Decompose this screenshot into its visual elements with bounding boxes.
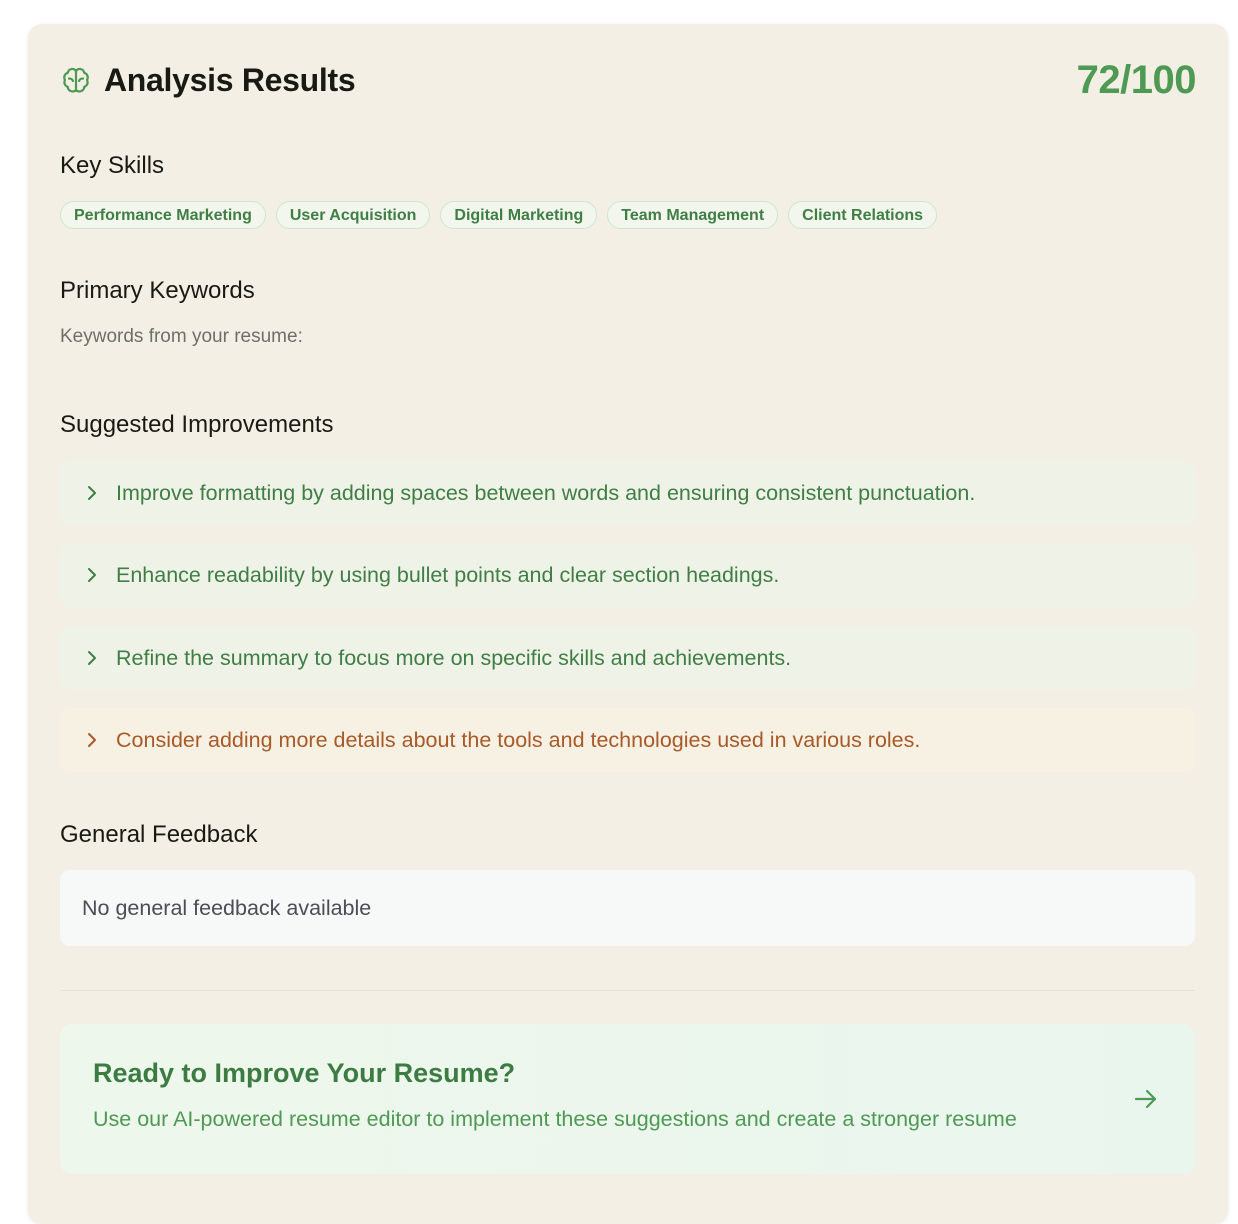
score-value: 72/100 xyxy=(1076,57,1197,102)
chevron-right-icon xyxy=(82,565,102,585)
improvement-item[interactable]: Improve formatting by adding spaces betw… xyxy=(60,461,1195,525)
suggested-improvements-heading: Suggested Improvements xyxy=(60,411,334,438)
title-group: Analysis Results xyxy=(60,61,356,99)
analysis-header: Analysis Results 72/100 xyxy=(60,56,1197,104)
analysis-card: Analysis Results 72/100 Key Skills Perfo… xyxy=(28,24,1228,1224)
skill-chip: User Acquisition xyxy=(275,201,431,229)
key-skills-heading: Key Skills xyxy=(60,152,165,179)
improvement-item[interactable]: Enhance readability by using bullet poin… xyxy=(60,543,1195,607)
arrow-right-icon[interactable] xyxy=(1133,1086,1159,1112)
brain-icon xyxy=(60,64,92,96)
divider xyxy=(60,990,1195,991)
chevron-right-icon xyxy=(82,483,102,503)
chevron-right-icon xyxy=(82,730,102,750)
cta-description: Use our AI-powered resume editor to impl… xyxy=(93,1107,1017,1131)
chevron-right-icon xyxy=(82,648,102,668)
improvement-text: Improve formatting by adding spaces betw… xyxy=(116,480,976,505)
page-title: Analysis Results xyxy=(104,61,356,98)
improvement-text: Refine the summary to focus more on spec… xyxy=(116,645,792,670)
skills-list: Performance Marketing User Acquisition D… xyxy=(60,201,938,229)
keywords-intro: Keywords from your resume: xyxy=(60,326,303,347)
skill-chip: Client Relations xyxy=(788,201,938,229)
feedback-text: No general feedback available xyxy=(82,895,372,920)
general-feedback-box: No general feedback available xyxy=(60,870,1195,946)
improvement-item-warning[interactable]: Consider adding more details about the t… xyxy=(60,708,1195,772)
skill-chip: Team Management xyxy=(607,201,779,229)
improvement-item[interactable]: Refine the summary to focus more on spec… xyxy=(60,626,1195,690)
cta-title: Ready to Improve Your Resume? xyxy=(93,1058,516,1088)
skill-chip: Performance Marketing xyxy=(60,201,266,229)
skill-chip: Digital Marketing xyxy=(440,201,598,229)
improvement-text: Consider adding more details about the t… xyxy=(116,727,921,752)
improvement-text: Enhance readability by using bullet poin… xyxy=(116,562,780,587)
primary-keywords-heading: Primary Keywords xyxy=(60,277,255,304)
general-feedback-heading: General Feedback xyxy=(60,821,258,848)
improve-resume-cta[interactable]: Ready to Improve Your Resume? Use our AI… xyxy=(60,1024,1195,1174)
